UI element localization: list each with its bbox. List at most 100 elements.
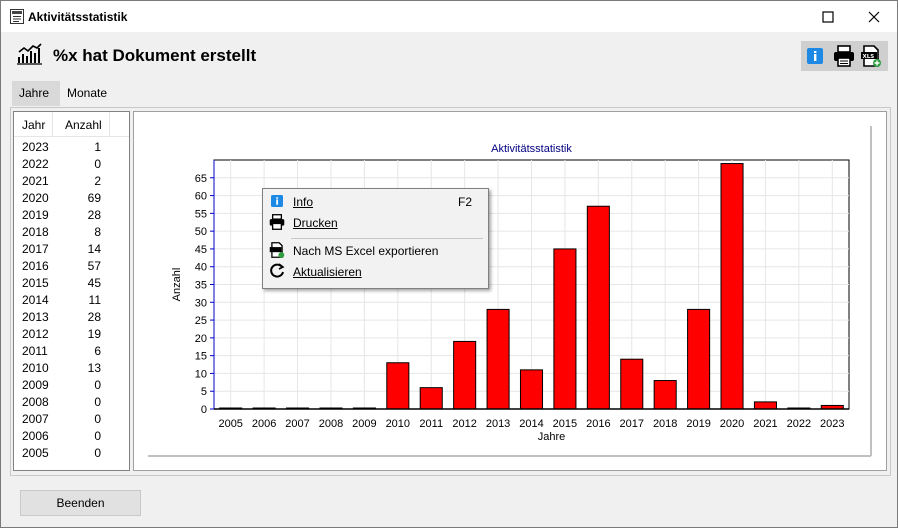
list-item-count: 0: [94, 157, 101, 171]
tab-monate[interactable]: Monate: [60, 81, 121, 106]
list-item-count: 69: [87, 191, 101, 205]
list-item-year: 2021: [22, 174, 49, 188]
menu-item-excel-export[interactable]: Nach MS Excel exportieren: [265, 240, 486, 261]
list-item[interactable]: 2010 13: [14, 359, 129, 376]
list-item-year: 2012: [22, 327, 49, 341]
list-item[interactable]: 2015 45: [14, 274, 129, 291]
chart-bar: [687, 308, 711, 410]
menu-separator: [291, 238, 483, 239]
list-item-year: 2008: [22, 395, 49, 409]
list-item-year: 2015: [22, 276, 49, 290]
menu-item-label: Aktualisieren: [293, 265, 362, 279]
y-tick-label: 30: [195, 297, 207, 309]
list-item-count: 0: [94, 429, 101, 443]
list-item-count: 1: [94, 140, 101, 154]
chart-bar: [386, 362, 410, 410]
chart-bar: [586, 205, 610, 410]
print-button[interactable]: [832, 44, 856, 68]
list-item-count: 0: [94, 446, 101, 460]
list-item-count: 0: [94, 378, 101, 392]
list-item-count: 14: [87, 242, 101, 256]
list-item[interactable]: 2017 14: [14, 240, 129, 257]
year-list[interactable]: Jahr Anzahl 2023 1 2022 0 2021 2 2020 69 2019 28 2…: [13, 111, 130, 471]
x-tick-label: 2019: [686, 418, 710, 430]
list-item[interactable]: 2021 2: [14, 172, 129, 189]
list-item-count: 2: [94, 174, 101, 188]
excel-export-button[interactable]: XLS: [859, 44, 883, 68]
list-item-count: 19: [87, 327, 101, 341]
x-tick-label: 2010: [386, 418, 410, 430]
column-header-count[interactable]: Anzahl: [65, 118, 102, 132]
list-item[interactable]: 2023 1: [14, 138, 129, 155]
context-menu: Info F2 Drucken Nach MS Excel exportiere…: [262, 188, 489, 289]
list-item-count: 13: [87, 361, 101, 375]
menu-item-print[interactable]: Drucken: [265, 212, 486, 233]
chart-bar: [486, 308, 510, 410]
list-item-count: 28: [87, 208, 101, 222]
list-item[interactable]: 2006 0: [14, 427, 129, 444]
y-tick-label: 15: [195, 351, 207, 363]
x-tick-label: 2009: [352, 418, 376, 430]
menu-item-refresh[interactable]: Aktualisieren: [265, 261, 486, 282]
column-divider: [52, 112, 53, 136]
list-item-year: 2022: [22, 157, 49, 171]
list-item[interactable]: 2007 0: [14, 410, 129, 427]
y-tick-label: 50: [195, 226, 207, 238]
chart-bar: [519, 369, 544, 410]
excel-export-icon: [269, 242, 285, 258]
list-item-count: 6: [94, 344, 101, 358]
menu-item-label: Drucken: [293, 216, 338, 230]
tab-jahre[interactable]: Jahre: [12, 81, 60, 106]
chart-bar: [553, 248, 577, 410]
x-tick-label: 2011: [419, 418, 443, 430]
y-tick-label: 60: [195, 191, 207, 203]
menu-item-info[interactable]: Info F2: [265, 191, 486, 212]
list-item[interactable]: 2016 57: [14, 257, 129, 274]
x-tick-label: 2015: [553, 418, 577, 430]
excel-export-icon: XLS: [861, 45, 881, 67]
y-tick-label: 10: [195, 368, 207, 380]
svg-text:XLS: XLS: [863, 54, 875, 60]
maximize-button[interactable]: [805, 1, 851, 32]
refresh-icon: [269, 263, 285, 279]
info-icon: [807, 48, 823, 64]
list-item-year: 2005: [22, 446, 49, 460]
x-tick-label: 2006: [252, 418, 276, 430]
menu-item-label: Info: [293, 195, 314, 209]
list-item-year: 2018: [22, 225, 49, 239]
list-item[interactable]: 2019 28: [14, 206, 129, 223]
chart-bar: [419, 387, 443, 410]
chart-title: Aktivitätsstatistik: [491, 143, 572, 155]
list-item[interactable]: 2005 0: [14, 444, 129, 461]
list-item-count: 0: [94, 412, 101, 426]
menu-item-shortcut: F2: [457, 195, 472, 209]
y-tick-label: 35: [195, 280, 207, 292]
list-item-year: 2017: [22, 242, 49, 256]
close-window-button[interactable]: [851, 1, 897, 32]
y-tick-label: 20: [195, 333, 207, 345]
list-item[interactable]: 2013 28: [14, 308, 129, 325]
x-tick-label: 2005: [218, 418, 242, 430]
x-tick-label: 2022: [787, 418, 811, 430]
list-item-year: 2006: [22, 429, 49, 443]
list-item[interactable]: 2014 11: [14, 291, 129, 308]
column-header-year[interactable]: Jahr: [22, 118, 45, 132]
x-tick-label: 2012: [452, 418, 476, 430]
list-item-count: 45: [87, 276, 101, 290]
list-item[interactable]: 2008 0: [14, 393, 129, 410]
chart-bar: [753, 401, 777, 410]
list-item[interactable]: 2012 19: [14, 325, 129, 342]
close-button[interactable]: Beenden: [20, 490, 141, 516]
list-item[interactable]: 2009 0: [14, 376, 129, 393]
list-item[interactable]: 2020 69: [14, 189, 129, 206]
list-item-year: 2014: [22, 293, 49, 307]
list-item[interactable]: 2018 8: [14, 223, 129, 240]
list-item[interactable]: 2011 6: [14, 342, 129, 359]
x-tick-label: 2016: [586, 418, 610, 430]
list-item[interactable]: 2022 0: [14, 155, 129, 172]
printer-icon: [834, 45, 854, 67]
y-tick-label: 55: [195, 208, 207, 220]
list-item-count: 57: [87, 259, 101, 273]
list-item-count: 0: [94, 395, 101, 409]
info-button[interactable]: [803, 44, 827, 68]
